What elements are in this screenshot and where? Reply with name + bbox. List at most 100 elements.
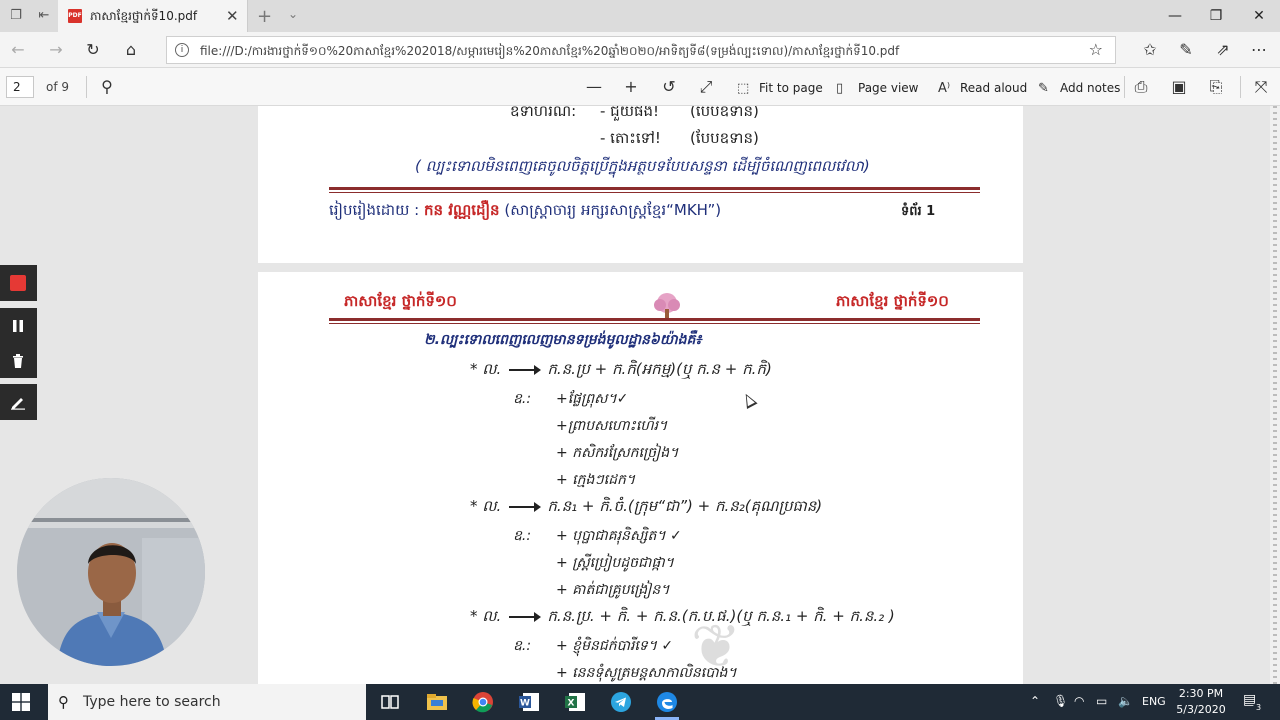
edge-icon[interactable] <box>655 690 679 714</box>
add-notes-button[interactable]: ✎ Add notes <box>1038 78 1120 98</box>
example-2-form: (បែបឧទាន) <box>690 129 759 147</box>
author-title: (សាស្ត្រាចារ្យ អក្សរសាស្ត្រខ្មែរ“MKH”) <box>504 201 722 219</box>
clock-time: 2:30 PM <box>1178 687 1224 700</box>
fullscreen-icon[interactable]: ⤢ <box>696 77 716 97</box>
page-view-button[interactable]: ▯ Page view <box>836 78 919 98</box>
notification-count-badge: 3 <box>1253 702 1264 713</box>
forward-icon[interactable]: → <box>46 40 66 60</box>
example-1: - ជួយផង! <box>600 106 660 120</box>
read-aloud-icon: A⁾ <box>938 81 951 96</box>
list-item: +ផ្លែព្រុស។✓ <box>556 391 629 407</box>
search-icon[interactable]: ⚲ <box>97 77 117 97</box>
list-item: + ខ្ញុំមិនជក់បារីទេ។ ✓ <box>556 638 674 654</box>
bullet: * ល. <box>470 497 502 515</box>
back-icon[interactable]: ← <box>8 40 28 60</box>
rotate-icon[interactable]: ↺ <box>659 77 679 97</box>
task-view-icon[interactable] <box>378 690 402 714</box>
info-icon[interactable]: i <box>175 43 189 57</box>
language-indicator[interactable]: ENG <box>1142 695 1166 708</box>
favorite-star-icon[interactable]: ☆ <box>1089 40 1103 59</box>
header-left: ភាសាខ្មែរ ថ្នាក់ទី១០ <box>344 292 457 310</box>
excel-icon[interactable]: X <box>563 690 587 714</box>
tab-title: ភាសាខ្មែរថ្នាក់ទី10.pdf <box>90 9 198 23</box>
fit-to-page-label: Fit to page <box>759 81 823 95</box>
read-aloud-label: Read aloud <box>960 81 1028 95</box>
svg-text:W: W <box>520 699 530 709</box>
header-rule <box>329 318 980 321</box>
more-icon[interactable]: ⋯ <box>1249 40 1269 60</box>
volume-icon[interactable]: 🔈 <box>1118 694 1133 708</box>
windows-start-icon[interactable] <box>12 693 30 711</box>
telegram-icon[interactable] <box>609 690 633 714</box>
arrow-icon <box>509 364 542 375</box>
chevron-down-icon[interactable]: ⌄ <box>288 7 298 21</box>
unpin-toolbar-icon[interactable]: ⤧ <box>1251 77 1271 97</box>
set-aside-tabs-icon[interactable]: ⇤ <box>36 8 52 24</box>
clock[interactable]: 2:30 PM 5/3/2020 <box>1170 686 1232 718</box>
delete-recording-button[interactable] <box>0 343 37 378</box>
vertical-scrollbar[interactable] <box>1270 106 1280 684</box>
pause-button[interactable] <box>0 308 37 343</box>
pause-icon <box>13 320 23 332</box>
word-icon[interactable]: W <box>517 690 541 714</box>
pattern-text: ក.ន₁ + កិ.ចំ.(ក្រុម“ជា”) + ក.ន₂(គុណប្រធា… <box>547 497 823 515</box>
new-tab-icon[interactable]: + <box>257 6 272 27</box>
search-placeholder: Type here to search <box>83 694 221 710</box>
refresh-icon[interactable]: ↻ <box>83 40 103 60</box>
example-1-form: (បែបឧទាន) <box>690 106 759 120</box>
example-label: ឧ.: <box>513 638 532 654</box>
maximize-icon[interactable]: ❐ <box>1206 6 1226 26</box>
scrollbar-thumb[interactable] <box>1273 106 1277 684</box>
add-notes-icon: ✎ <box>1038 81 1049 96</box>
divider <box>1124 76 1125 98</box>
pen-icon[interactable]: ✎ <box>1176 40 1196 60</box>
print-icon[interactable]: ⎙ <box>1131 77 1151 97</box>
divider <box>1240 76 1241 98</box>
list-item: + ក្មេងៗដេក។ <box>556 472 636 488</box>
section-title: ២.ល្បះទោលពេញលេញមានទម្រង់មូលដ្ឋាន៦យ៉ាងគឺ៖ <box>424 332 702 348</box>
tab-bar: ❐ ⇤ PDF ភាសាខ្មែរថ្នាក់ទី10.pdf ✕ + ⌄ — … <box>0 0 1280 32</box>
home-icon[interactable]: ⌂ <box>121 40 141 60</box>
microphone-icon[interactable]: 🎙 <box>1053 694 1068 708</box>
network-icon[interactable]: ▭ <box>1096 694 1107 708</box>
address-bar: ← → ↻ ⌂ i file:///D:/ការងារថ្នាក់ទី១០%20… <box>0 32 1280 68</box>
save-icon[interactable]: ▣ <box>1169 77 1189 97</box>
show-hidden-icons-icon[interactable]: ⌃ <box>1030 694 1040 708</box>
footer-prefix: រៀបរៀងដោយ : <box>329 201 420 219</box>
pattern-text: ក.ន.ប្រ + ក.កិ(អកម្ម)(ឬ ក.ន + ក.កិ) <box>547 360 772 378</box>
close-window-icon[interactable]: ✕ <box>1249 6 1269 26</box>
trash-icon <box>13 354 23 368</box>
tab-actions-icon[interactable]: ❐ <box>8 8 24 24</box>
list-item: + នេនទុំសូត្រមន្តសាកាលិនបោង។ <box>556 665 737 681</box>
share-icon[interactable]: ⇗ <box>1213 40 1233 60</box>
list-item: + គាត់ជាគ្រូបង្រៀន។ <box>556 582 670 598</box>
favorites-icon[interactable]: ✩ <box>1140 40 1160 60</box>
page-label: ទំព័រ 1 <box>901 204 936 219</box>
example-label: ឧ.: <box>513 391 532 407</box>
zoom-in-icon[interactable]: + <box>621 77 641 97</box>
list-item: + កសិករស្រែកច្រៀង។ <box>556 445 679 461</box>
draw-button[interactable] <box>0 384 37 420</box>
read-aloud-button[interactable]: A⁾ Read aloud <box>938 78 1027 98</box>
fit-to-page-button[interactable]: ⬚ Fit to page <box>737 78 823 98</box>
header-rule-thin <box>329 323 980 324</box>
footer-rule-thin <box>329 192 980 193</box>
record-stop-button[interactable] <box>0 265 37 301</box>
chrome-icon[interactable] <box>471 690 495 714</box>
wifi-icon[interactable]: ◠ <box>1074 694 1084 708</box>
close-tab-icon[interactable]: ✕ <box>226 7 239 25</box>
taskbar-search-box[interactable]: ⚲ Type here to search <box>48 684 366 720</box>
page-number-input[interactable]: 2 <box>6 76 34 98</box>
file-explorer-icon[interactable] <box>425 690 449 714</box>
list-item: +ព្រាបសហោះហើរ។ <box>556 418 668 434</box>
minimize-icon[interactable]: — <box>1165 6 1185 26</box>
url-field[interactable]: i file:///D:/ការងារថ្នាក់ទី១០%20ភាសាខ្មែ… <box>166 36 1116 64</box>
list-item: + ស្ត្រីប្រៀបដូចជាផ្កា។ <box>556 555 674 571</box>
pdf-page-2: ភាសាខ្មែរ ថ្នាក់ទី១០ ភាសាខ្មែរ ថ្នាក់ទី១… <box>258 272 1023 684</box>
pdf-toolbar: 2 of 9 ⚲ — + ↺ ⤢ ⬚ Fit to page ▯ Page view… <box>0 68 1280 106</box>
pattern-rule-1: * ល. ក.ន.ប្រ + ក.កិ(អកម្ម)(ឬ ក.ន + ក.កិ) <box>470 360 772 382</box>
save-as-icon[interactable]: ⎘ <box>1206 77 1226 97</box>
svg-text:X: X <box>568 699 575 709</box>
tab-pdf[interactable]: PDF ភាសាខ្មែរថ្នាក់ទី10.pdf ✕ <box>58 0 248 32</box>
zoom-out-icon[interactable]: — <box>584 77 604 97</box>
